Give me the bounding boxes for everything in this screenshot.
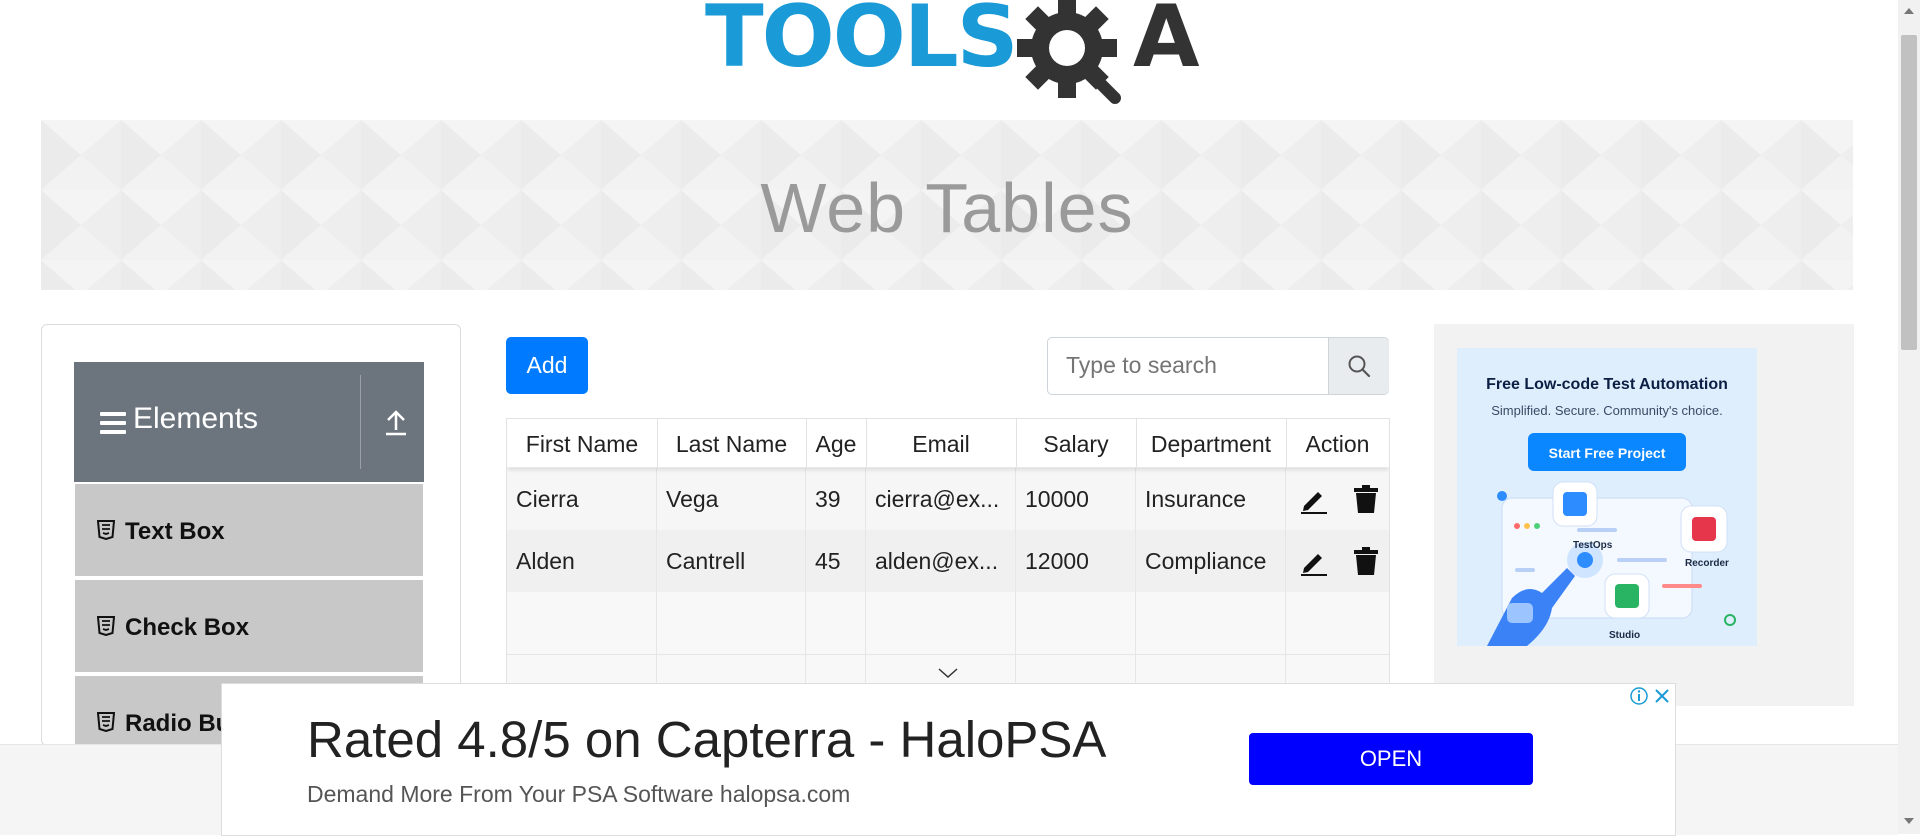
sidebar-item-label: Check Box [125, 614, 250, 641]
edit-icon[interactable] [1298, 546, 1328, 576]
cell-email: cierra@ex... [866, 468, 1016, 530]
search-icon [1348, 355, 1371, 378]
divider [360, 375, 361, 469]
cell-first-name: Cierra [507, 468, 657, 530]
html5-icon [97, 616, 115, 636]
cell-email: alden@ex... [866, 530, 1016, 592]
cell-last-name: Cantrell [657, 530, 806, 592]
sidebar-group-title: Elements [133, 402, 259, 435]
logo-suffix: A [1133, 0, 1200, 87]
toolsqa-logo[interactable]: TOOLS A [705, 0, 1200, 106]
empty-cell [1016, 592, 1136, 654]
search-box [1047, 337, 1389, 395]
table-row: Alden Cantrell 45 alden@ex... 12000 Comp… [507, 530, 1389, 592]
logo-text: TOOLS [705, 0, 1019, 87]
bottom-ad-banner[interactable]: Rated 4.8/5 on Capterra - HaloPSA Demand… [221, 683, 1676, 836]
menu-icon [100, 412, 126, 434]
edit-icon[interactable] [1298, 484, 1328, 514]
sidebar-item-check-box[interactable]: Check Box [75, 580, 423, 675]
column-header[interactable]: Salary [1016, 419, 1137, 467]
cell-salary: 12000 [1016, 530, 1136, 592]
ad-info-icon[interactable] [1629, 686, 1649, 706]
ad-illustration [1487, 481, 1736, 646]
sidebar-item-label: Radio Bu [125, 710, 231, 737]
table-header: First Name Last Name Age Email Salary De… [507, 419, 1389, 467]
ad-label-studio: Studio [1609, 630, 1641, 641]
scrollbar-thumb[interactable] [1901, 35, 1917, 350]
page: TOOLS A Web Tables Elements Text Box Che… [0, 0, 1898, 836]
ad-headline: Rated 4.8/5 on Capterra - HaloPSA [307, 711, 1107, 768]
cell-action [1286, 468, 1389, 530]
ad-label-recorder: Recorder [1685, 558, 1729, 569]
chevron-down-icon[interactable] [937, 666, 959, 680]
column-header[interactable]: Email [866, 419, 1017, 467]
html5-icon [97, 520, 115, 540]
cell-age: 39 [806, 468, 866, 530]
empty-cell [507, 592, 657, 654]
gear-icon [1017, 0, 1121, 104]
cell-action [1286, 530, 1389, 592]
cell-salary: 10000 [1016, 468, 1136, 530]
side-ad[interactable]: Free Low-code Test Automation Simplified… [1457, 348, 1757, 646]
column-header[interactable]: Age [806, 419, 867, 467]
cell-department: Compliance [1136, 530, 1286, 592]
column-header: Action [1305, 431, 1370, 457]
empty-cell [866, 592, 1016, 654]
ad-subline: Demand More From Your PSA Software halop… [307, 781, 851, 807]
delete-icon[interactable] [1353, 484, 1379, 514]
empty-cell [1286, 592, 1389, 654]
html5-icon [97, 712, 115, 732]
table-row-empty [507, 592, 1389, 655]
cell-department: Insurance [1136, 468, 1286, 530]
delete-icon[interactable] [1353, 546, 1379, 576]
ad-open-button[interactable]: OPEN [1249, 733, 1533, 785]
page-banner: Web Tables [41, 120, 1853, 290]
column-header[interactable]: First Name [507, 419, 658, 467]
sidebar-item-label: Text Box [125, 518, 225, 545]
sidebar-group-elements[interactable]: Elements [74, 362, 424, 482]
table-row: Cierra Vega 39 cierra@ex... 10000 Insura… [507, 468, 1389, 530]
cell-first-name: Alden [507, 530, 657, 592]
vertical-scrollbar[interactable] [1898, 0, 1920, 834]
ad-label-testops: TestOps [1573, 540, 1613, 551]
empty-cell [657, 592, 806, 654]
empty-cell [1136, 592, 1286, 654]
search-input[interactable] [1048, 338, 1339, 392]
column-header[interactable]: Last Name [657, 419, 807, 467]
collapse-arrow-icon[interactable] [385, 410, 407, 436]
sidebar-item-text-box[interactable]: Text Box [75, 484, 423, 579]
add-button[interactable]: Add [506, 337, 588, 394]
column-header[interactable]: Department [1136, 419, 1287, 467]
search-button[interactable] [1328, 338, 1389, 394]
close-icon[interactable] [1652, 686, 1672, 706]
cell-age: 45 [806, 530, 866, 592]
empty-cell [806, 592, 866, 654]
scroll-down-arrow-icon[interactable] [1904, 818, 1914, 824]
cell-last-name: Vega [657, 468, 806, 530]
scroll-up-arrow-icon[interactable] [1904, 8, 1914, 14]
page-title: Web Tables [760, 169, 1134, 247]
